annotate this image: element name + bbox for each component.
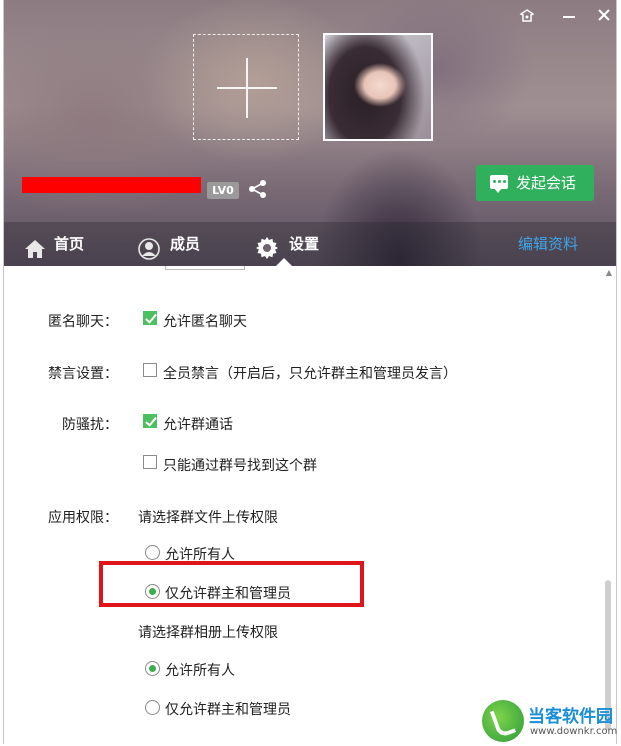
add-group-avatar-button[interactable] (193, 34, 299, 140)
album-admins-only-option[interactable]: 仅允许群主和管理员 (165, 699, 291, 719)
start-chat-button[interactable]: 发起会话 (476, 165, 594, 201)
group-avatar[interactable] (323, 33, 433, 141)
anonymous-chat-label: 匿名聊天： (48, 314, 118, 330)
album-upload-permission-title: 请选择群相册上传权限 (138, 625, 278, 641)
album-admins-only-radio[interactable] (145, 700, 160, 715)
file-allow-all-radio[interactable] (145, 545, 160, 560)
skin-icon[interactable] (518, 8, 536, 27)
level-badge: LV0 (207, 182, 239, 199)
anti-harass-label: 防骚扰： (62, 417, 118, 433)
edit-profile-link[interactable]: 编辑资料 (518, 222, 578, 266)
scroll-up-icon[interactable]: ▲ (604, 268, 614, 278)
minimize-icon[interactable] (560, 8, 578, 27)
file-upload-permission-title: 请选择群文件上传权限 (138, 510, 278, 526)
mute-all-option[interactable]: 全员禁言（开启后，只允许群主和管理员发言） (163, 363, 457, 383)
album-allow-all-option[interactable]: 允许所有人 (165, 660, 235, 680)
search-by-number-option[interactable]: 只能通过群号找到这个群 (163, 455, 317, 475)
tab-home[interactable]: 首页 (24, 222, 104, 266)
watermark-url: www.downkr.com (530, 726, 618, 737)
redacted-group-name (22, 177, 201, 193)
allow-group-call-option[interactable]: 允许群通话 (163, 414, 233, 434)
start-chat-label: 发起会话 (516, 174, 577, 192)
share-icon[interactable] (248, 179, 268, 203)
site-watermark: 当客软件园 www.downkr.com (482, 700, 621, 746)
search-by-number-checkbox[interactable] (143, 455, 157, 469)
mute-settings-label: 禁言设置： (48, 366, 118, 382)
mute-all-checkbox[interactable] (143, 363, 157, 377)
tab-bar: 首页 成员 设置 编辑资料 (4, 222, 616, 266)
album-allow-all-radio[interactable] (145, 661, 160, 676)
anonymous-chat-option[interactable]: 允许匿名聊天 (163, 311, 247, 331)
allow-group-call-checkbox[interactable] (143, 414, 157, 428)
site-logo-icon (482, 700, 524, 742)
settings-panel (4, 266, 616, 744)
divider (165, 266, 245, 270)
active-tab-indicator (276, 258, 292, 266)
annotation-highlight-box (99, 561, 364, 607)
tab-members[interactable]: 成员 (138, 222, 218, 266)
tab-settings[interactable]: 设置 (255, 222, 335, 266)
watermark-title: 当客软件园 (528, 707, 613, 727)
close-icon[interactable] (595, 8, 613, 25)
app-permission-label: 应用权限： (48, 510, 118, 526)
anonymous-chat-checkbox[interactable] (143, 311, 157, 325)
chat-bubble-icon (490, 175, 508, 193)
